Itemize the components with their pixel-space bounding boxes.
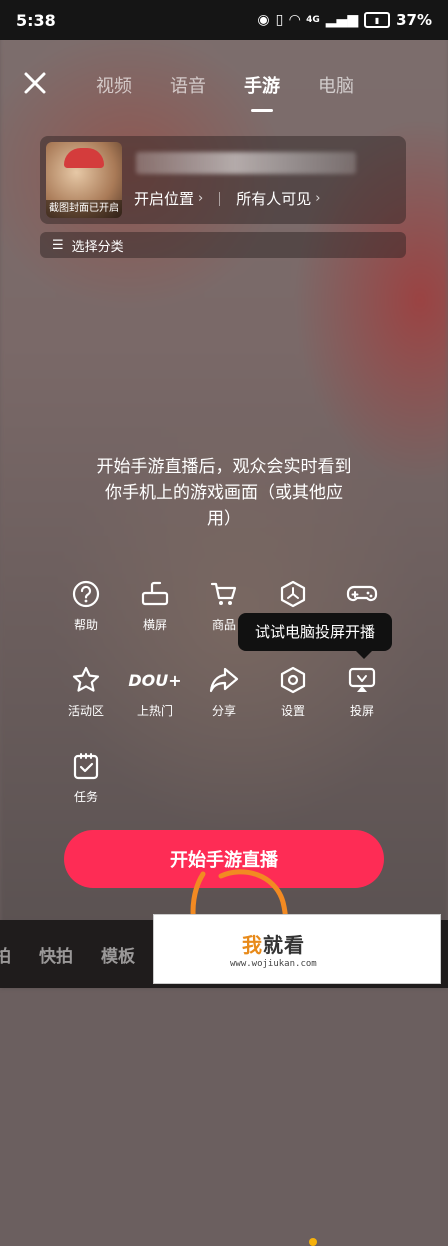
nav-item-quick-shoot[interactable]: 快拍: [39, 942, 73, 967]
cast-icon: [348, 667, 376, 692]
network-label: 4G: [306, 15, 320, 25]
game-button[interactable]: [330, 576, 394, 616]
tab-video[interactable]: 视频: [96, 72, 132, 98]
battery-icon: ▮: [364, 12, 391, 28]
dou-plus-label: 上热门: [136, 704, 173, 718]
visibility-button[interactable]: 所有人可见 ›: [236, 188, 320, 209]
cast-label: 投屏: [349, 704, 374, 718]
share-icon: [209, 667, 239, 693]
cart-icon: [210, 582, 237, 605]
cast-tooltip: 试试电脑投屏开播: [238, 613, 392, 659]
settings-badge-dot: [309, 1238, 317, 1246]
dou-icon: DOU+: [128, 670, 182, 690]
status-time: 5:38: [16, 10, 56, 30]
activity-button[interactable]: 活动区: [54, 662, 118, 719]
hint-line: 你手机上的游戏画面（或其他应: [105, 483, 343, 503]
close-button[interactable]: [20, 68, 50, 98]
watermark-url: www.wojiukan.com: [230, 959, 317, 969]
live-title-input[interactable]: [136, 152, 356, 174]
eye-icon: ◉: [257, 12, 270, 28]
share-button[interactable]: 分享: [192, 662, 256, 719]
hexagon-icon: [280, 580, 306, 608]
start-live-button[interactable]: 开始手游直播: [64, 830, 384, 888]
wifi-icon: ◠: [289, 12, 301, 28]
watermark-title: 我就看: [242, 929, 305, 958]
category-label: 选择分类: [71, 239, 124, 255]
settings-button[interactable]: 设置: [261, 662, 325, 719]
help-icon: [72, 580, 100, 608]
settings-label: 设置: [280, 704, 305, 718]
meta-row: 开启位置 › 所有人可见 ›: [134, 188, 320, 209]
task-label: 任务: [73, 790, 98, 804]
category-selector[interactable]: ☰ 选择分类: [40, 232, 406, 258]
tab-computer[interactable]: 电脑: [318, 72, 354, 98]
gamepad-icon: [346, 585, 378, 602]
hint-line: 用）: [207, 509, 241, 529]
cover-label: 截图封面已开启: [46, 200, 122, 218]
chevron-right-icon: ›: [315, 191, 321, 206]
share-label: 分享: [211, 704, 236, 718]
task-icon: [73, 753, 99, 780]
help-button[interactable]: 帮助: [54, 576, 118, 633]
visibility-label: 所有人可见: [236, 190, 312, 208]
cover-photo-hat: [64, 148, 104, 168]
watermark-highlight: 我: [242, 933, 263, 957]
help-label: 帮助: [73, 618, 98, 632]
dou-plus-button[interactable]: DOU+ 上热门: [123, 662, 187, 719]
cover-image[interactable]: 截图封面已开启: [46, 142, 122, 218]
location-label: 开启位置: [134, 190, 195, 208]
watermark-logo: 我就看 www.wojiukan.com: [153, 914, 441, 984]
task-button[interactable]: 任务: [54, 748, 118, 805]
tab-mobile-game[interactable]: 手游: [244, 72, 280, 98]
hint-line: 开始手游直播后，观众会实时看到: [96, 457, 352, 477]
list-icon: ☰: [52, 237, 64, 253]
meta-divider: [219, 191, 221, 206]
status-bar: 5:38 ◉ ▯ ◠ 4G ▂▄▆ ▮ 37%: [0, 0, 448, 40]
signal-icon: ▂▄▆: [325, 12, 359, 28]
watermark-rest: 就看: [263, 933, 305, 957]
location-button[interactable]: 开启位置 ›: [134, 188, 203, 209]
chevron-right-icon: ›: [198, 191, 204, 206]
mode-tabs: 视频 语音 手游 电脑: [96, 72, 354, 98]
star-icon: [72, 666, 100, 692]
status-icons: ◉ ▯ ◠ 4G ▂▄▆ ▮ 37%: [257, 11, 432, 29]
settings-icon: [280, 666, 306, 694]
close-icon: [24, 72, 46, 94]
top-bar: 视频 语音 手游 电脑: [0, 60, 448, 120]
hexagon-tool-button[interactable]: [261, 576, 325, 616]
landscape-icon: [141, 581, 169, 606]
hint-text: 开始手游直播后，观众会实时看到 你手机上的游戏画面（或其他应 用）: [0, 454, 448, 532]
nav-item-photo[interactable]: 拍: [0, 942, 11, 967]
nav-item-template[interactable]: 模板: [101, 942, 135, 967]
tab-voice[interactable]: 语音: [170, 72, 206, 98]
activity-label: 活动区: [67, 704, 104, 718]
landscape-label: 横屏: [142, 618, 167, 632]
cast-button[interactable]: 投屏: [330, 662, 394, 719]
vibrate-icon: ▯: [275, 12, 284, 28]
landscape-button[interactable]: 横屏: [123, 576, 187, 633]
battery-percent: 37%: [396, 11, 432, 29]
live-info-card: 截图封面已开启 开启位置 › 所有人可见 ›: [40, 136, 406, 224]
